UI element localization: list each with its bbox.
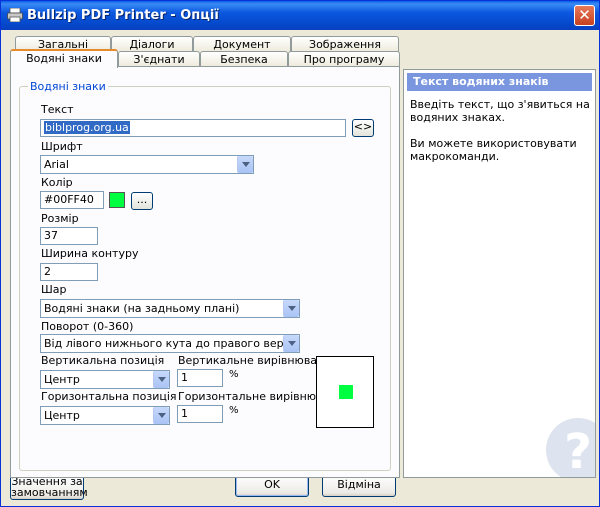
watermark-preview: [316, 356, 374, 428]
vertical-align-label: Вертикальне вирівнювання: [178, 354, 339, 367]
group-title: Водяні знаки: [28, 80, 108, 93]
size-input[interactable]: 37: [40, 227, 98, 245]
text-label: Текст: [41, 103, 74, 116]
watermark-tab-panel: Водяні знаки Текст biblprog.org.ua <> Шр…: [10, 66, 400, 478]
layer-select[interactable]: Водяні знаки (на задньому плані): [40, 299, 300, 318]
title-bar[interactable]: Bullzip PDF Printer - Опції ✕: [1, 1, 599, 30]
outline-label: Ширина контуру: [41, 247, 139, 260]
svg-text:?: ?: [564, 424, 592, 478]
vertical-align-input[interactable]: 1: [177, 369, 223, 387]
help-paragraph: Ви можете використовувати макрокоманди.: [410, 137, 577, 163]
outline-input[interactable]: 2: [40, 263, 98, 281]
color-swatch: [109, 192, 125, 208]
close-button[interactable]: ✕: [574, 5, 595, 26]
vertical-position-select[interactable]: Центр: [40, 370, 170, 389]
insert-macro-button[interactable]: <>: [352, 119, 374, 137]
horizontal-position-select[interactable]: Центр: [40, 406, 170, 425]
chevron-down-icon[interactable]: [283, 335, 299, 352]
rotation-label: Поворот (0-360): [41, 320, 134, 333]
font-select[interactable]: Arial: [40, 155, 254, 174]
chevron-down-icon[interactable]: [283, 300, 299, 317]
chevron-down-icon[interactable]: [153, 371, 169, 388]
help-title: Текст водяних знаків: [407, 73, 592, 91]
vertical-align-unit: %: [229, 369, 239, 380]
close-icon: ✕: [578, 6, 591, 24]
window-title: Bullzip PDF Printer - Опції: [27, 8, 219, 23]
horizontal-position-label: Горизонтальна позиція: [41, 390, 177, 403]
dialog-body: Загальні Діалоги Документ Зображення Вод…: [4, 30, 598, 505]
rotation-select[interactable]: Від лівого нижнього кута до правого верх…: [40, 334, 300, 353]
help-paragraph: Введіть текст, що з'явиться на водяних з…: [410, 98, 590, 124]
help-question-icon: ?: [546, 418, 595, 478]
help-panel: Текст водяних знаків Введіть текст, що з…: [403, 69, 596, 478]
watermark-text-input[interactable]: biblprog.org.ua: [40, 119, 346, 137]
chevron-down-icon[interactable]: [237, 156, 253, 173]
color-label: Колір: [41, 176, 73, 189]
printer-icon: [7, 8, 23, 22]
color-picker-button[interactable]: ...: [131, 192, 153, 210]
horizontal-align-input[interactable]: 1: [177, 405, 223, 423]
color-input[interactable]: #00FF40: [40, 191, 104, 209]
layer-label: Шар: [41, 283, 67, 296]
chevron-down-icon[interactable]: [153, 407, 169, 424]
options-window: Bullzip PDF Printer - Опції ✕ Загальні Д…: [0, 0, 600, 507]
tab-watermarks[interactable]: Водяні знаки: [10, 49, 118, 68]
vertical-position-label: Вертикальна позиція: [41, 354, 165, 367]
horizontal-align-unit: %: [229, 405, 239, 416]
help-text: Введіть текст, що з'явиться на водяних з…: [410, 98, 590, 176]
size-label: Розмір: [41, 212, 79, 225]
preview-marker: [339, 385, 353, 399]
font-label: Шрифт: [41, 140, 83, 153]
